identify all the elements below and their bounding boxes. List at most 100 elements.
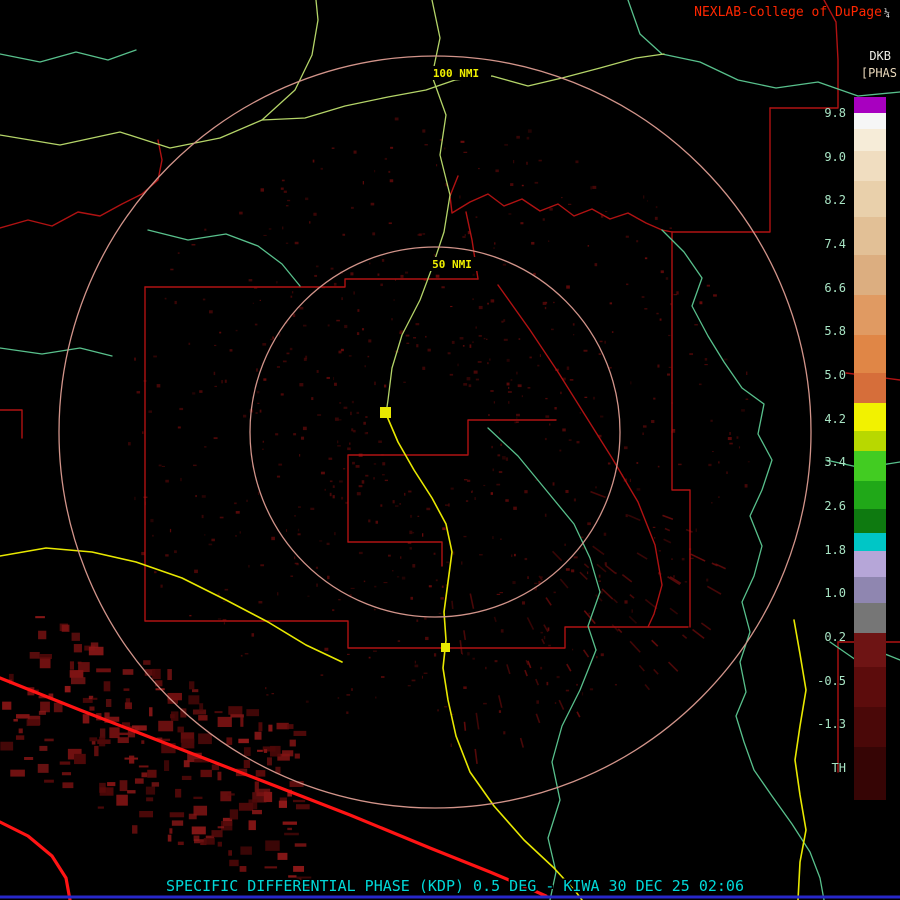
radar-echo [598,580,602,582]
radar-echo [717,496,720,498]
radar-echo-streak [474,748,478,764]
radar-echo [127,442,131,446]
radar-echo [623,446,628,450]
radar-echo [223,622,226,625]
highway-junction-marker [441,643,450,652]
radar-echo-streak [526,617,535,630]
radar-echo-streak [638,664,645,672]
radar-echo [556,675,560,679]
radar-echo [134,357,136,361]
radar-echo-blob [73,644,82,653]
radar-echo [598,353,602,355]
radar-echo [565,489,569,494]
river [147,229,301,287]
radar-echo-blob [169,828,173,834]
radar-echo [338,599,341,601]
radar-echo [462,235,466,239]
radar-echo-blob [221,821,233,831]
radar-echo-blob [61,624,70,632]
radar-echo [317,414,322,416]
river [0,49,137,63]
radar-echo-streak [583,563,590,569]
radar-echo-streak [651,639,659,647]
radar-echo [189,614,192,617]
radar-echo [527,129,532,133]
radar-echo [409,514,413,518]
radar-echo [568,439,572,441]
colorbar-segment [854,113,886,129]
radar-echo-blob [282,750,294,757]
radar-echo [409,530,413,535]
radar-echo [726,471,728,474]
radar-echo [374,381,376,386]
radar-echo [468,384,472,388]
radar-echo [208,543,213,546]
radar-echo-streak [692,628,705,639]
radar-echo [694,324,698,326]
radar-display: 50 NMI 100 NMI SPECIFIC DIFFERENTIAL PHAS… [0,0,900,900]
radar-echo [503,338,508,341]
radar-echo [511,554,513,557]
radar-echo [324,647,329,651]
colorbar-tick-label: 3.4 [824,455,846,470]
radar-echo [653,397,656,400]
radar-echo [240,654,243,657]
radar-echo [305,355,308,360]
radar-echo [313,212,317,216]
radar-echo-streak [706,585,722,595]
radar-echo [492,468,495,472]
radar-echo [285,242,289,245]
radar-echo [256,390,260,394]
radar-echo [346,711,349,714]
radar-echo [422,366,426,370]
radar-echo-blob [89,706,95,711]
radar-map-svg: 50 NMI 100 NMI SPECIFIC DIFFERENTIAL PHAS… [0,0,900,900]
radar-echo [559,449,562,452]
radar-echo [409,547,412,550]
radar-echo [290,295,293,298]
radar-echo-blob [243,747,251,756]
radar-echo [142,431,144,434]
radar-echo-blob [38,630,47,640]
radar-echo-streak [475,712,480,730]
radar-echo [276,475,281,478]
radar-echo [229,349,233,352]
radar-echo-streak [644,684,651,691]
radar-echo-blob [289,739,296,747]
radar-echo [441,286,445,289]
radar-echo [224,379,227,383]
radar-echo-blob [293,730,307,736]
radar-echo [349,442,351,445]
radar-echo [573,334,575,336]
radar-echo [373,609,376,611]
radar-echo [543,635,546,640]
colorbar-segment [854,747,886,800]
radar-echo [542,301,547,305]
interstate-highway [0,676,548,898]
radar-echo-blob [169,812,185,818]
radar-echo [506,382,510,386]
radar-echo [422,233,426,235]
radar-echo [592,185,597,189]
radar-echo-blob [116,794,128,806]
radar-echo [380,676,385,678]
radar-echo [544,513,547,517]
radar-echo [367,355,370,358]
radar-echo [565,568,570,571]
radar-echo [397,640,401,642]
radar-echo [463,151,468,153]
radar-echo-streak [582,649,590,658]
radar-echo [211,538,215,542]
radar-echo-streak [715,563,726,570]
radar-echo [294,241,299,245]
radar-echo-blob [91,740,96,745]
radar-echo [567,203,572,205]
radar-echo [729,442,733,445]
radar-echo [433,653,437,657]
radar-echo [344,324,348,329]
radar-echo [498,710,502,713]
radar-echo-blob [143,660,151,665]
river-layer [0,0,900,900]
radar-echo [399,331,403,335]
radar-echo [435,274,440,278]
